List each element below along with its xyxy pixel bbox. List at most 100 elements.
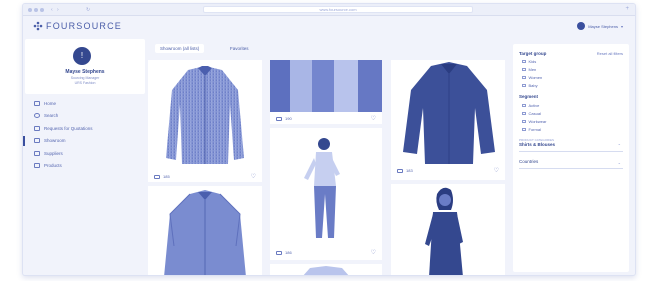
sidebar-item-label: Search xyxy=(44,113,59,119)
checkbox[interactable] xyxy=(522,75,526,80)
images-icon xyxy=(397,169,403,173)
product-card[interactable]: 186 ♡ xyxy=(270,128,382,260)
app-header: FOURSOURCE Mayse Stephens ▾ xyxy=(23,16,635,36)
product-image xyxy=(270,264,382,275)
model-jeans-image xyxy=(270,128,382,246)
reset-filters-link[interactable]: Reset all filters xyxy=(597,51,623,56)
profile-card: ! Mayse Stephens Sourcing Manager URS Fa… xyxy=(25,39,145,94)
checkbox[interactable] xyxy=(522,119,526,124)
sidebar-item-showroom[interactable]: Showroom xyxy=(23,135,145,148)
suppliers-icon xyxy=(34,150,40,156)
product-card[interactable] xyxy=(148,186,262,275)
image-count: 190 xyxy=(285,116,292,121)
sidebar-item-products[interactable]: Products xyxy=(25,160,145,173)
filter-option-label: Workwear xyxy=(528,119,547,124)
address-bar[interactable]: www.foursource.com xyxy=(203,6,473,13)
new-tab-button[interactable]: + xyxy=(625,6,629,12)
countries-select-value: Countries xyxy=(519,159,539,164)
brand-name: FOURSOURCE xyxy=(46,21,123,31)
images-icon xyxy=(276,251,282,255)
browser-window: ‹ › ↻ www.foursource.com + FOURSOURCE Ma… xyxy=(22,3,636,276)
card-footer: 185 ♡ xyxy=(148,172,262,182)
filter-option-label: Formal xyxy=(528,127,541,132)
filter-option-casual[interactable]: Casual xyxy=(522,111,541,116)
product-card[interactable]: 183 ♡ xyxy=(391,60,505,180)
sidebar-item-suppliers[interactable]: Suppliers xyxy=(25,147,145,160)
document-icon xyxy=(34,125,40,131)
sidebar-item-home[interactable]: Home xyxy=(25,97,145,110)
product-card[interactable] xyxy=(391,184,505,275)
checkbox[interactable] xyxy=(522,59,526,64)
heart-icon[interactable]: ♡ xyxy=(371,249,376,256)
browser-chrome: ‹ › ↻ www.foursource.com + xyxy=(23,4,635,16)
filter-panel: Target group Reset all filters Kids Men … xyxy=(513,44,629,272)
card-footer: 186 ♡ xyxy=(270,248,382,258)
sidebar-item-search[interactable]: Search xyxy=(25,110,145,123)
search-icon xyxy=(34,113,40,119)
forward-icon[interactable]: › xyxy=(57,7,59,13)
product-card[interactable] xyxy=(270,264,382,275)
profile-name: Mayse Stephens xyxy=(65,69,105,75)
model-blouse-image xyxy=(391,184,505,275)
filter-option-label: Active xyxy=(528,103,540,108)
heart-icon[interactable]: ♡ xyxy=(371,115,376,122)
foursource-logo-icon xyxy=(33,21,43,31)
images-icon xyxy=(154,175,160,179)
category-select-value: Shirts & Blouses xyxy=(519,142,556,147)
tab-showroom-all-lists[interactable]: Showroom (all lists) xyxy=(155,44,205,53)
countries-select[interactable]: Countries ⌄ xyxy=(519,157,623,169)
filter-option-workwear[interactable]: Workwear xyxy=(522,119,546,124)
chevron-down-icon: ⌄ xyxy=(617,160,621,165)
checkbox[interactable] xyxy=(522,67,526,72)
sidebar-item-label: Products xyxy=(44,163,62,169)
user-menu[interactable]: Mayse Stephens ▾ xyxy=(577,22,623,30)
checkbox[interactable] xyxy=(522,83,526,88)
checkbox[interactable] xyxy=(522,111,526,116)
image-count: 185 xyxy=(163,174,170,179)
avatar xyxy=(577,22,586,30)
checked-shirt-image xyxy=(148,60,262,172)
profile-avatar[interactable]: ! xyxy=(73,47,91,65)
shirts-rack-image xyxy=(270,60,382,112)
showroom-tabs: Showroom (all lists) Favorites xyxy=(155,44,275,54)
filter-option-label: Baby xyxy=(528,83,538,88)
card-footer: 190 ♡ xyxy=(270,114,382,124)
product-card[interactable]: 190 ♡ xyxy=(270,60,382,124)
filter-option-active[interactable]: Active xyxy=(522,103,539,108)
home-icon xyxy=(34,100,40,106)
checkbox[interactable] xyxy=(522,103,526,108)
sidebar-item-rfq[interactable]: Requests for Quotations xyxy=(25,122,145,135)
images-icon xyxy=(276,117,282,121)
reload-icon[interactable]: ↻ xyxy=(86,7,90,13)
product-card[interactable]: 185 ♡ xyxy=(148,60,262,182)
checkbox[interactable] xyxy=(522,127,526,132)
sidebar-item-label: Showroom xyxy=(44,138,66,144)
filter-option-women[interactable]: Women xyxy=(522,75,542,80)
image-count: 183 xyxy=(406,168,413,173)
sidebar-item-label: Home xyxy=(44,100,57,106)
chevron-down-icon: ▾ xyxy=(620,23,623,29)
sidebar-item-label: Suppliers xyxy=(44,150,63,156)
filter-option-kids[interactable]: Kids xyxy=(522,59,536,64)
filter-option-formal[interactable]: Formal xyxy=(522,127,541,132)
filter-option-men[interactable]: Men xyxy=(522,67,536,72)
sidebar-item-label: Requests for Quotations xyxy=(44,125,93,131)
maximize-window-dot[interactable] xyxy=(40,8,44,12)
category-select[interactable]: PRODUCT CATEGORIES Shirts & Blouses ⌄ xyxy=(519,138,623,152)
blue-shirt-image xyxy=(148,186,262,275)
filter-option-label: Casual xyxy=(528,111,541,116)
tab-favorites[interactable]: Favorites xyxy=(225,44,254,53)
close-window-dot[interactable] xyxy=(28,8,32,12)
brand-logo[interactable]: FOURSOURCE xyxy=(33,21,122,31)
back-icon[interactable]: ‹ xyxy=(51,7,53,13)
minimize-window-dot[interactable] xyxy=(34,8,38,12)
profile-company: URS Fashion xyxy=(74,81,96,85)
filter-option-label: Men xyxy=(528,67,537,72)
segment-title: Segment xyxy=(519,94,539,99)
heart-icon[interactable]: ♡ xyxy=(494,167,499,174)
card-footer: 183 ♡ xyxy=(391,166,505,176)
filter-option-baby[interactable]: Baby xyxy=(522,83,538,88)
sidebar-nav: Home Search Requests for Quotations Show… xyxy=(23,97,145,173)
filter-option-label: Women xyxy=(528,75,543,80)
heart-icon[interactable]: ♡ xyxy=(251,173,256,180)
